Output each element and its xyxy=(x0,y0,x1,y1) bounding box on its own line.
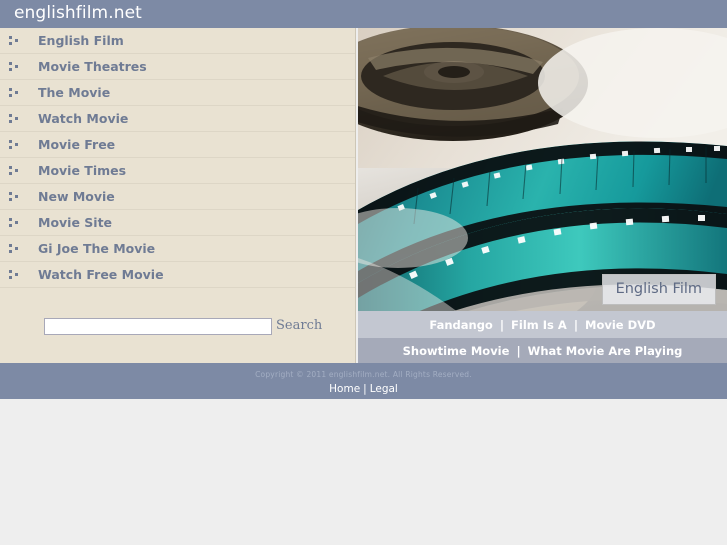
search-input[interactable] xyxy=(44,318,272,335)
sidebar-item-label: Movie Site xyxy=(38,215,113,230)
linkbar-top-link-film-is-a[interactable]: Film Is A xyxy=(511,318,567,332)
sidebar-item-label: Movie Times xyxy=(38,163,127,178)
sidebar-item-label: New Movie xyxy=(38,189,115,204)
sidebar-item-english-film[interactable]: English Film xyxy=(0,28,355,54)
bullet-squares-icon xyxy=(9,36,20,47)
bullet-squares-icon xyxy=(9,244,20,255)
footer-link-legal[interactable]: Legal xyxy=(370,383,398,395)
sidebar-item-watch-movie[interactable]: Watch Movie xyxy=(0,106,355,132)
main-content: English Film Movie Theatres The Movie Watch… xyxy=(0,28,727,364)
sidebar-menu-list: English Film Movie Theatres The Movie Watch… xyxy=(0,28,355,288)
page-background-below xyxy=(0,399,727,545)
bullet-squares-icon xyxy=(9,166,20,177)
sidebar-item-movie-free[interactable]: Movie Free xyxy=(0,132,355,158)
sidebar-nav: English Film Movie Theatres The Movie Watch… xyxy=(0,28,356,363)
page-root: englishfilm.net English Film Movie Theatr… xyxy=(0,0,727,545)
bullet-squares-icon xyxy=(9,140,20,151)
site-footer: Copyright © 2011 englishfilm.net. All Ri… xyxy=(0,363,727,399)
sidebar-item-label: Movie Theatres xyxy=(38,59,147,74)
sidebar-item-movie-times[interactable]: Movie Times xyxy=(0,158,355,184)
linkbar-top-separator: | xyxy=(573,318,579,332)
film-reel-illustration xyxy=(358,28,727,311)
hero-image: English Film xyxy=(358,28,727,311)
hero-caption[interactable]: English Film xyxy=(601,274,716,305)
sidebar-item-label: Gi Joe The Movie xyxy=(38,241,156,256)
sidebar-item-label: Watch Free Movie xyxy=(38,267,164,282)
sidebar-item-gi-joe-the-movie[interactable]: Gi Joe The Movie xyxy=(0,236,355,262)
linkbar-top-separator: | xyxy=(499,318,505,332)
footer-links: Home | Legal xyxy=(0,379,727,395)
copyright-text: Copyright © 2011 englishfilm.net. All Ri… xyxy=(255,370,472,379)
footer-link-home[interactable]: Home xyxy=(329,383,360,395)
sidebar-item-label: The Movie xyxy=(38,85,111,100)
search-button[interactable]: Search xyxy=(276,318,322,333)
bullet-squares-icon xyxy=(9,192,20,203)
sidebar-item-label: English Film xyxy=(38,33,124,48)
bullet-squares-icon xyxy=(9,218,20,229)
footer-separator: | xyxy=(363,383,367,395)
sidebar-item-movie-theatres[interactable]: Movie Theatres xyxy=(0,54,355,80)
bullet-squares-icon xyxy=(9,270,20,281)
site-header: englishfilm.net xyxy=(0,0,727,28)
linkbar-bottom-separator: | xyxy=(516,344,521,358)
site-title: englishfilm.net xyxy=(14,3,142,23)
sidebar-item-label: Movie Free xyxy=(38,137,116,152)
sidebar-item-movie-site[interactable]: Movie Site xyxy=(0,210,355,236)
sidebar-item-new-movie[interactable]: New Movie xyxy=(0,184,355,210)
linkbar-bottom: Showtime Movie | What Movie Are Playing xyxy=(358,338,727,364)
bullet-squares-icon xyxy=(9,114,20,125)
sidebar-item-the-movie[interactable]: The Movie xyxy=(0,80,355,106)
search-area: Search xyxy=(0,314,356,363)
sidebar-item-watch-free-movie[interactable]: Watch Free Movie xyxy=(0,262,355,288)
bullet-squares-icon xyxy=(9,62,20,73)
bullet-squares-icon xyxy=(9,88,20,99)
linkbar-top-link-fandango[interactable]: Fandango xyxy=(429,318,492,332)
linkbar-top: Fandango | Film Is A | Movie DVD xyxy=(358,311,727,338)
linkbar-bottom-link-showtime-movie[interactable]: Showtime Movie xyxy=(403,344,510,358)
sidebar-item-label: Watch Movie xyxy=(38,111,129,126)
linkbar-top-link-movie-dvd[interactable]: Movie DVD xyxy=(585,318,656,332)
linkbar-bottom-link-what-movie-are-playing[interactable]: What Movie Are Playing xyxy=(528,344,683,358)
